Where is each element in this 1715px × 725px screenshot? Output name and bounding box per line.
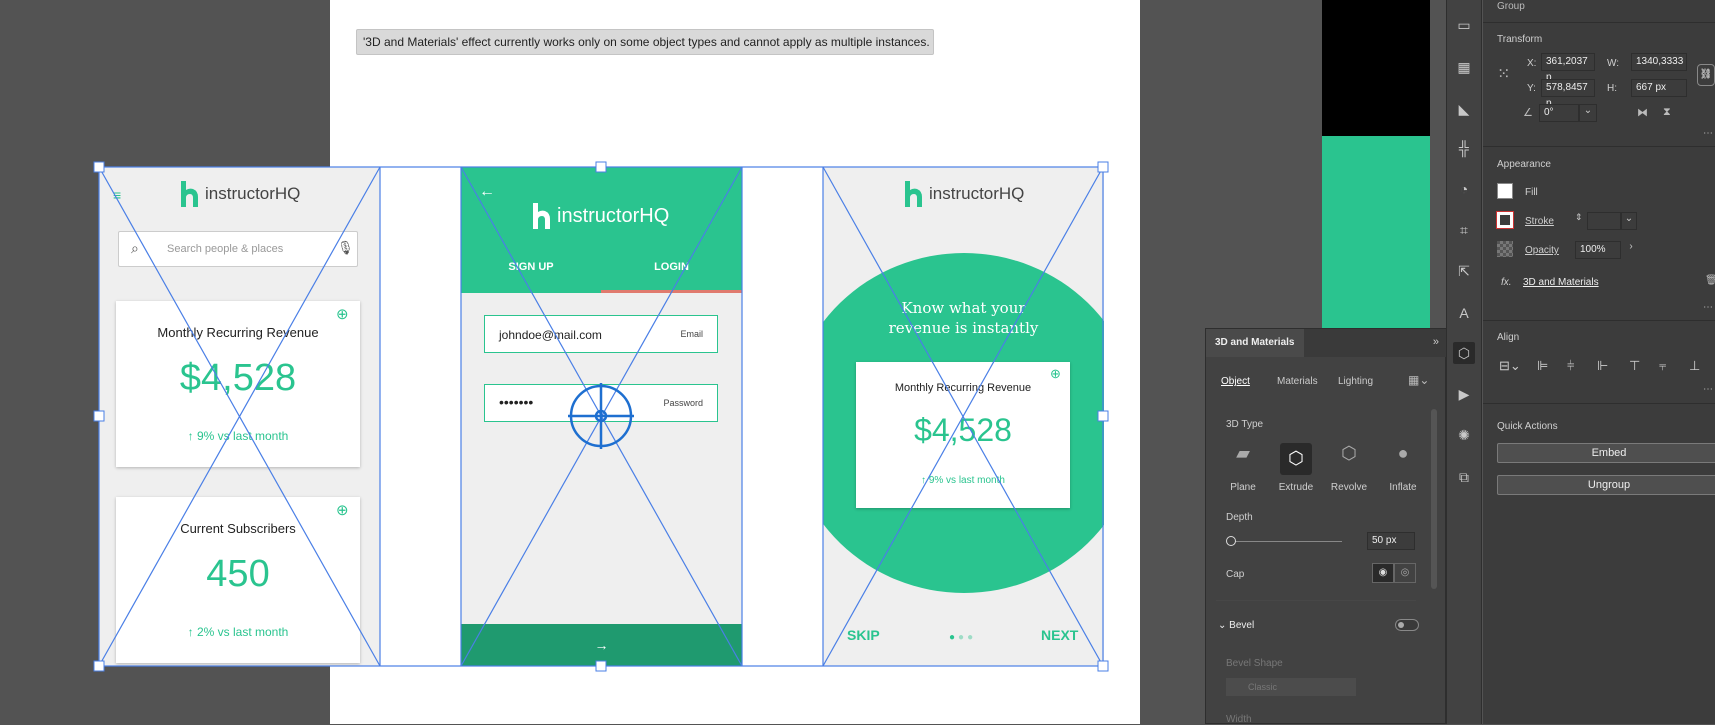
- angle-input[interactable]: 0°: [1539, 104, 1579, 122]
- delete-icon[interactable]: 🗑: [1705, 275, 1715, 286]
- depth-label: Depth: [1226, 512, 1253, 523]
- depth-input[interactable]: 50 px: [1367, 532, 1415, 550]
- light-icon[interactable]: ✺: [1453, 424, 1475, 446]
- tab-object[interactable]: Object: [1221, 376, 1250, 387]
- type-inflate-button[interactable]: ●: [1386, 443, 1420, 475]
- type-revolve-button[interactable]: ⬡: [1332, 443, 1366, 475]
- effect-link[interactable]: 3D and Materials: [1523, 277, 1599, 288]
- gradient-icon[interactable]: ▭: [1453, 14, 1475, 36]
- bevel-toggle[interactable]: [1395, 619, 1419, 631]
- stroke-dropdown-icon[interactable]: ⌄: [1621, 212, 1637, 230]
- cap-off-button[interactable]: ◎: [1394, 563, 1416, 583]
- transform-icon[interactable]: ⌗: [1453, 219, 1475, 241]
- bevel-label[interactable]: ⌄ Bevel: [1218, 620, 1254, 631]
- panel-tab-title[interactable]: 3D and Materials: [1206, 329, 1304, 357]
- align-bottom-icon[interactable]: ⊥: [1689, 358, 1700, 374]
- type-plane-button[interactable]: ▰: [1226, 443, 1260, 475]
- align-icon[interactable]: ╬: [1453, 137, 1475, 159]
- angle-dropdown-icon[interactable]: ⌄: [1579, 104, 1597, 122]
- embed-button[interactable]: Embed: [1497, 443, 1715, 463]
- reference-point-icon[interactable]: ⁙: [1497, 64, 1510, 84]
- more-options-icon[interactable]: ⋯: [1703, 128, 1713, 139]
- flip-horizontal-icon[interactable]: ⧓: [1637, 106, 1648, 119]
- depth-slider-handle[interactable]: [1226, 536, 1236, 546]
- depth-slider[interactable]: [1230, 541, 1342, 542]
- character-icon[interactable]: A: [1453, 302, 1475, 324]
- transparency-icon[interactable]: ◣: [1453, 98, 1475, 120]
- canvas-preview-teal: [1322, 136, 1430, 328]
- constrain-proportions-icon[interactable]: ⛓: [1697, 64, 1715, 86]
- stroke-weight-input[interactable]: [1587, 212, 1621, 230]
- 3d-materials-panel: 3D and Materials » Object Materials Ligh…: [1205, 328, 1447, 725]
- more-options-icon[interactable]: ⋯: [1703, 302, 1713, 313]
- tab-lighting[interactable]: Lighting: [1338, 376, 1373, 387]
- x-input[interactable]: 361,2037 p: [1541, 53, 1595, 83]
- artboards-icon[interactable]: ⧉: [1453, 466, 1475, 488]
- align-left-icon[interactable]: ⊫: [1537, 358, 1548, 374]
- align-to-icon[interactable]: ⊟⌄: [1499, 358, 1521, 374]
- panel-scrollbar[interactable]: [1431, 409, 1437, 589]
- color-guide-icon[interactable]: ◔: [1453, 178, 1475, 200]
- opacity-arrow-icon[interactable]: ›: [1623, 241, 1639, 259]
- flip-vertical-icon[interactable]: ⧗: [1663, 106, 1671, 119]
- w-input[interactable]: 1340,3333: [1631, 53, 1687, 71]
- y-input[interactable]: 578,8457 p: [1541, 79, 1595, 109]
- 3d-icon[interactable]: ⬡: [1453, 342, 1475, 364]
- ungroup-button[interactable]: Ungroup: [1497, 475, 1715, 495]
- panel-collapse-icon[interactable]: »: [1433, 336, 1439, 348]
- h-input[interactable]: 667 px: [1631, 79, 1687, 97]
- render-settings-icon[interactable]: ▦⌄: [1408, 373, 1429, 387]
- type-extrude-button[interactable]: ⬡: [1280, 443, 1312, 475]
- bevel-shape-select[interactable]: Classic: [1226, 678, 1356, 696]
- cap-on-button[interactable]: ◉: [1372, 563, 1394, 583]
- align-right-icon[interactable]: ⊩: [1597, 358, 1608, 374]
- align-top-icon[interactable]: ⊤: [1629, 358, 1640, 374]
- stroke-stepper[interactable]: ⇕: [1575, 212, 1583, 223]
- rotate-icon: ∠: [1523, 107, 1533, 119]
- opacity-input[interactable]: 100%: [1575, 241, 1621, 259]
- opacity-icon: [1497, 241, 1513, 257]
- canvas-preview: [1322, 0, 1430, 136]
- 3d-widget-icon: [568, 383, 634, 449]
- more-options-icon[interactable]: ⋯: [1703, 384, 1713, 395]
- stroke-swatch[interactable]: [1496, 211, 1514, 229]
- fill-swatch[interactable]: [1497, 183, 1513, 199]
- properties-panel: Group Transform ⁙ X: 361,2037 p W: 1340,…: [1483, 0, 1715, 724]
- align-middle-icon[interactable]: ⫧: [1659, 358, 1666, 374]
- swatches-icon[interactable]: ▦: [1453, 56, 1475, 78]
- export-icon[interactable]: ⇱: [1453, 260, 1475, 282]
- align-center-icon[interactable]: ⫩: [1567, 358, 1574, 374]
- 3d-type-label: 3D Type: [1226, 419, 1264, 430]
- play-icon[interactable]: ▶: [1453, 383, 1475, 405]
- tab-materials[interactable]: Materials: [1277, 376, 1318, 387]
- cap-label: Cap: [1226, 569, 1245, 580]
